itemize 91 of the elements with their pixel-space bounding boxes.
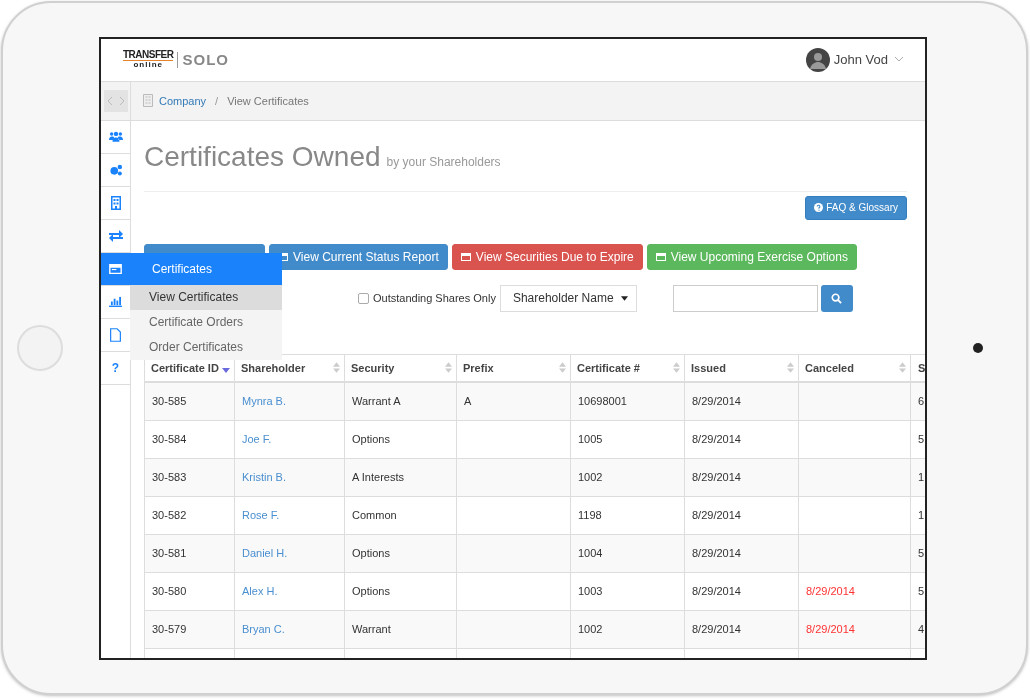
- table-cell: 4: [918, 623, 925, 635]
- table-cell: Warrant: [352, 623, 391, 635]
- sidebar-toggle[interactable]: [101, 81, 130, 121]
- help-icon: ?: [111, 360, 120, 375]
- table-cell: 5: [918, 433, 925, 445]
- dropdown-arrow-icon: [620, 295, 628, 301]
- checkbox-label: Outstanding Shares Only: [373, 292, 496, 304]
- caret-icon[interactable]: [895, 57, 903, 62]
- table-cell: 1004: [578, 547, 603, 559]
- help-icon: [814, 203, 824, 212]
- search-icon: [831, 292, 843, 304]
- camera-icon: [972, 343, 983, 353]
- table-cell: Options: [352, 433, 390, 445]
- exchange-icon: [108, 229, 123, 242]
- table-cell: 30-580: [152, 585, 187, 597]
- product-name: SOLO: [182, 51, 229, 68]
- table-cell: 30-585: [152, 395, 187, 407]
- column-header[interactable]: Shareholder: [234, 354, 345, 382]
- page-title: Certificates Owned: [144, 140, 381, 173]
- table-cell: 30-579: [152, 623, 187, 635]
- table-cell: 8/29/2014: [692, 471, 741, 483]
- building-icon: [143, 94, 153, 107]
- column-header[interactable]: S: [910, 354, 925, 382]
- shareholder-link[interactable]: Bryan C.: [242, 623, 285, 635]
- shareholder-link[interactable]: Alex H.: [242, 585, 278, 597]
- table-cell: Options: [352, 547, 390, 559]
- table-cell: 1002: [578, 623, 603, 635]
- search-button[interactable]: [820, 284, 853, 312]
- menu-title: Certificates: [130, 252, 282, 285]
- column-header[interactable]: Certificate #: [570, 354, 685, 382]
- building-icon: [110, 195, 121, 210]
- shareholder-link[interactable]: Rose F.: [242, 509, 280, 521]
- search-field[interactable]: [672, 284, 818, 312]
- table-cell: 8/29/2014: [692, 623, 741, 635]
- table-cell: 8/29/2014: [806, 623, 855, 635]
- table-cell: 30-583: [152, 471, 187, 483]
- column-header[interactable]: Security: [344, 354, 457, 382]
- table-cell: 30-581: [152, 547, 187, 559]
- table-cell: 1: [918, 471, 925, 483]
- list-icon: [460, 252, 471, 261]
- table-cell: 8/29/2014: [692, 585, 741, 597]
- table-cell: 1002: [578, 471, 603, 483]
- menu-item[interactable]: Certificate Orders: [130, 309, 282, 335]
- table-cell: 1198: [578, 509, 602, 521]
- table-cell: 30-582: [152, 509, 187, 521]
- action-button[interactable]: View Securities Due to Expire: [451, 243, 643, 270]
- table-cell: 8/29/2014: [692, 433, 741, 445]
- table-cell: 1003: [578, 585, 603, 597]
- logo-subtext: online: [133, 61, 163, 69]
- table-cell: 1005: [578, 433, 603, 445]
- breadcrumb-current: View Certificates: [227, 94, 309, 107]
- document-icon: [110, 327, 121, 342]
- user-name[interactable]: John Vod: [833, 52, 888, 67]
- sidebar-item[interactable]: [101, 252, 130, 286]
- action-button[interactable]: View Current Status Report: [269, 243, 448, 270]
- faq-button[interactable]: FAQ & Glossary: [805, 195, 907, 220]
- column-header[interactable]: Canceled: [798, 354, 911, 382]
- gears-icon: [108, 163, 123, 176]
- shareholder-link[interactable]: Joe F.: [242, 433, 272, 445]
- table-cell: 6: [918, 395, 925, 407]
- table-cell: Options: [352, 585, 390, 597]
- logo-text: TRANSFER: [123, 50, 174, 61]
- shareholder-link[interactable]: Kristin B.: [242, 471, 286, 483]
- checkbox[interactable]: [358, 292, 369, 304]
- column-header[interactable]: Issued: [684, 354, 799, 382]
- table-cell: A: [464, 395, 472, 407]
- list-icon: [655, 252, 666, 261]
- table-cell: 8/29/2014: [692, 547, 741, 559]
- users-icon: [108, 131, 123, 142]
- table-cell: 1: [918, 509, 925, 521]
- shareholder-link[interactable]: Mynra B.: [242, 395, 286, 407]
- table-cell: 30-584: [152, 433, 187, 445]
- table-cell: 8/29/2014: [692, 509, 741, 521]
- menu-item[interactable]: View Certificates: [130, 284, 282, 310]
- table-cell: 8/29/2014: [806, 585, 855, 597]
- breadcrumb-link[interactable]: Company: [159, 94, 207, 107]
- table-cell: 5: [918, 547, 925, 559]
- table-cell: 5: [918, 585, 925, 597]
- search-by-select[interactable]: Shareholder Name: [499, 284, 637, 312]
- table-cell: Warrant A: [352, 395, 401, 407]
- table-cell: A Interests: [352, 471, 404, 483]
- table-cell: 10698001: [578, 395, 627, 407]
- page-subtitle: by your Shareholders: [386, 154, 501, 169]
- shareholder-link[interactable]: Daniel H.: [242, 547, 288, 559]
- breadcrumb-separator: /: [215, 94, 219, 107]
- table-cell: Common: [352, 509, 397, 521]
- card-icon: [109, 263, 122, 274]
- table-cell: 8/29/2014: [692, 395, 741, 407]
- column-header[interactable]: Prefix: [456, 354, 571, 382]
- bar-chart-icon: [109, 296, 122, 307]
- avatar-icon[interactable]: [805, 47, 830, 72]
